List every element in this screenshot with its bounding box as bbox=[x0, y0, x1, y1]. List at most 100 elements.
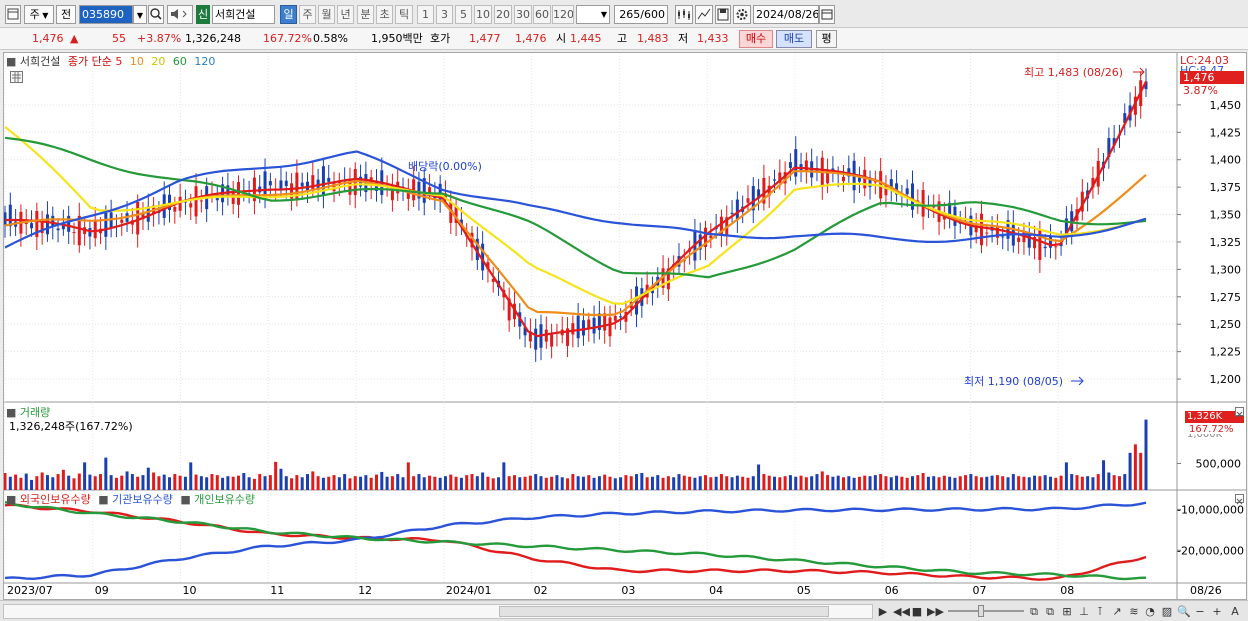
legend-marker-icon: ■ bbox=[98, 493, 109, 506]
sound-icon[interactable] bbox=[167, 5, 193, 24]
volume-bar bbox=[693, 477, 697, 490]
period-year[interactable]: 년 bbox=[337, 5, 354, 24]
interval-30[interactable]: 30 bbox=[514, 5, 532, 24]
volume-bar bbox=[215, 475, 219, 490]
period-second[interactable]: 초 bbox=[376, 5, 393, 24]
candle-body bbox=[56, 228, 60, 231]
indicator-icon[interactable]: ⊥ bbox=[1077, 604, 1091, 619]
sell-button[interactable]: 매도 bbox=[776, 30, 812, 48]
volume-bar bbox=[321, 477, 325, 490]
volume-bar bbox=[725, 476, 729, 490]
interval-5[interactable]: 5 bbox=[455, 5, 472, 24]
period-month[interactable]: 월 bbox=[318, 5, 335, 24]
volume-bar bbox=[77, 473, 81, 490]
fast-forward-icon[interactable]: ▶▶ bbox=[927, 604, 944, 619]
horizontal-scrollbar[interactable] bbox=[3, 604, 873, 619]
market-select[interactable]: 주 ▼ bbox=[24, 5, 54, 24]
save-icon[interactable] bbox=[715, 5, 731, 24]
volume-bar bbox=[831, 476, 835, 490]
candle-body bbox=[842, 176, 846, 182]
buy-button[interactable]: 매수 bbox=[739, 30, 773, 48]
compare-icon[interactable]: ⊞ bbox=[1060, 604, 1074, 619]
interval-10[interactable]: 10 bbox=[474, 5, 492, 24]
volume-bar bbox=[1128, 452, 1132, 490]
volume-bar bbox=[974, 476, 978, 490]
volume-bar bbox=[826, 475, 830, 490]
search-icon[interactable] bbox=[148, 5, 164, 24]
volume-bar bbox=[650, 476, 654, 490]
interval-3[interactable]: 3 bbox=[436, 5, 453, 24]
prev-button[interactable]: 전 bbox=[56, 5, 76, 24]
volume-bar bbox=[863, 475, 867, 490]
x-tick-label: 03 bbox=[621, 584, 636, 597]
split-view-icon[interactable]: ⧉ bbox=[1043, 604, 1057, 619]
zoom-slider-thumb[interactable] bbox=[978, 605, 984, 617]
close-pane-icon[interactable] bbox=[1235, 494, 1244, 505]
grid-toggle-icon[interactable] bbox=[10, 71, 23, 83]
gear-icon[interactable] bbox=[733, 5, 751, 24]
candle-body bbox=[30, 223, 34, 229]
period-day[interactable]: 일 bbox=[280, 5, 297, 24]
candle-body bbox=[985, 232, 989, 234]
multi-chart-icon[interactable]: ⧉ bbox=[1027, 604, 1041, 619]
candle-body bbox=[735, 199, 739, 220]
avg-button[interactable]: 평 bbox=[816, 30, 837, 48]
period-tick[interactable]: 틱 bbox=[395, 5, 413, 24]
layout-icon[interactable] bbox=[5, 5, 21, 24]
period-week[interactable]: 주 bbox=[299, 5, 316, 24]
code-dropdown-button[interactable]: ▼ bbox=[133, 5, 147, 24]
volume-bar bbox=[746, 477, 750, 490]
trend-icon[interactable]: ↗ bbox=[1110, 604, 1124, 619]
candle-body bbox=[279, 180, 283, 189]
interval-1[interactable]: 1 bbox=[417, 5, 434, 24]
scroll-right-icon[interactable]: ▶ bbox=[876, 604, 890, 619]
volume-bar bbox=[470, 474, 474, 490]
chart-area[interactable]: 1,450 1,425 1,400 1,375 1,350 1,325 1,300 1,275… bbox=[3, 52, 1247, 600]
volume-bar bbox=[714, 476, 718, 490]
volume-bar bbox=[969, 474, 973, 490]
zoom-in-icon[interactable]: + bbox=[1210, 604, 1224, 619]
crosshair-icon[interactable] bbox=[675, 5, 693, 24]
new-badge: 신 bbox=[196, 5, 210, 24]
chart-canvas[interactable]: 1,450 1,425 1,400 1,375 1,350 1,325 1,300 1,275… bbox=[3, 53, 1246, 599]
period-minute[interactable]: 분 bbox=[357, 5, 374, 24]
stop-icon[interactable]: ■ bbox=[910, 604, 924, 619]
volume-bar bbox=[237, 475, 241, 490]
interval-120[interactable]: 120 bbox=[552, 5, 574, 24]
volume-bar bbox=[231, 476, 235, 490]
zoom-out-icon[interactable]: − bbox=[1193, 604, 1207, 619]
zoom-icon[interactable]: 🔍 bbox=[1177, 604, 1191, 619]
scroll-thumb[interactable] bbox=[499, 606, 829, 617]
rewind-icon[interactable]: ◀◀ bbox=[893, 604, 910, 619]
interval-60[interactable]: 60 bbox=[533, 5, 551, 24]
volume-bar bbox=[433, 476, 437, 490]
pattern-icon[interactable]: ⊺ bbox=[1093, 604, 1107, 619]
candle-body bbox=[194, 186, 198, 217]
volume-bar bbox=[608, 476, 612, 490]
y-tick-label: 1,325 bbox=[1210, 236, 1242, 249]
volume-bar bbox=[587, 475, 591, 490]
data-count-field[interactable]: 265/600 bbox=[614, 5, 668, 24]
candle-body bbox=[120, 219, 124, 223]
interval-20[interactable]: 20 bbox=[494, 5, 512, 24]
stock-title: 서희건설 bbox=[19, 55, 61, 68]
shape-icon[interactable]: ◔ bbox=[1143, 604, 1157, 619]
volume-bar bbox=[88, 474, 92, 490]
fibonacci-icon[interactable]: ≋ bbox=[1127, 604, 1141, 619]
candle-body bbox=[300, 182, 304, 187]
volume-bar bbox=[603, 474, 607, 490]
chevron-down-icon: ▼ bbox=[136, 11, 144, 20]
image-icon[interactable]: ▨ bbox=[1160, 604, 1174, 619]
low-label: 저 bbox=[678, 32, 689, 45]
zoom-slider-track[interactable] bbox=[948, 605, 1024, 617]
volume-bar bbox=[1144, 419, 1148, 490]
close-pane-icon[interactable] bbox=[1235, 407, 1244, 418]
stock-code-input[interactable]: 035890 bbox=[79, 5, 133, 24]
calendar-icon[interactable] bbox=[819, 5, 835, 24]
date-input[interactable]: 2024/08/26 bbox=[753, 5, 819, 24]
draw-line-icon[interactable] bbox=[695, 5, 713, 24]
font-size-icon[interactable]: A bbox=[1227, 604, 1243, 619]
custom-interval-input[interactable]: ▼ bbox=[576, 5, 610, 24]
stock-name-field[interactable]: 서희건설 bbox=[212, 5, 275, 24]
volume-bar bbox=[799, 475, 803, 490]
